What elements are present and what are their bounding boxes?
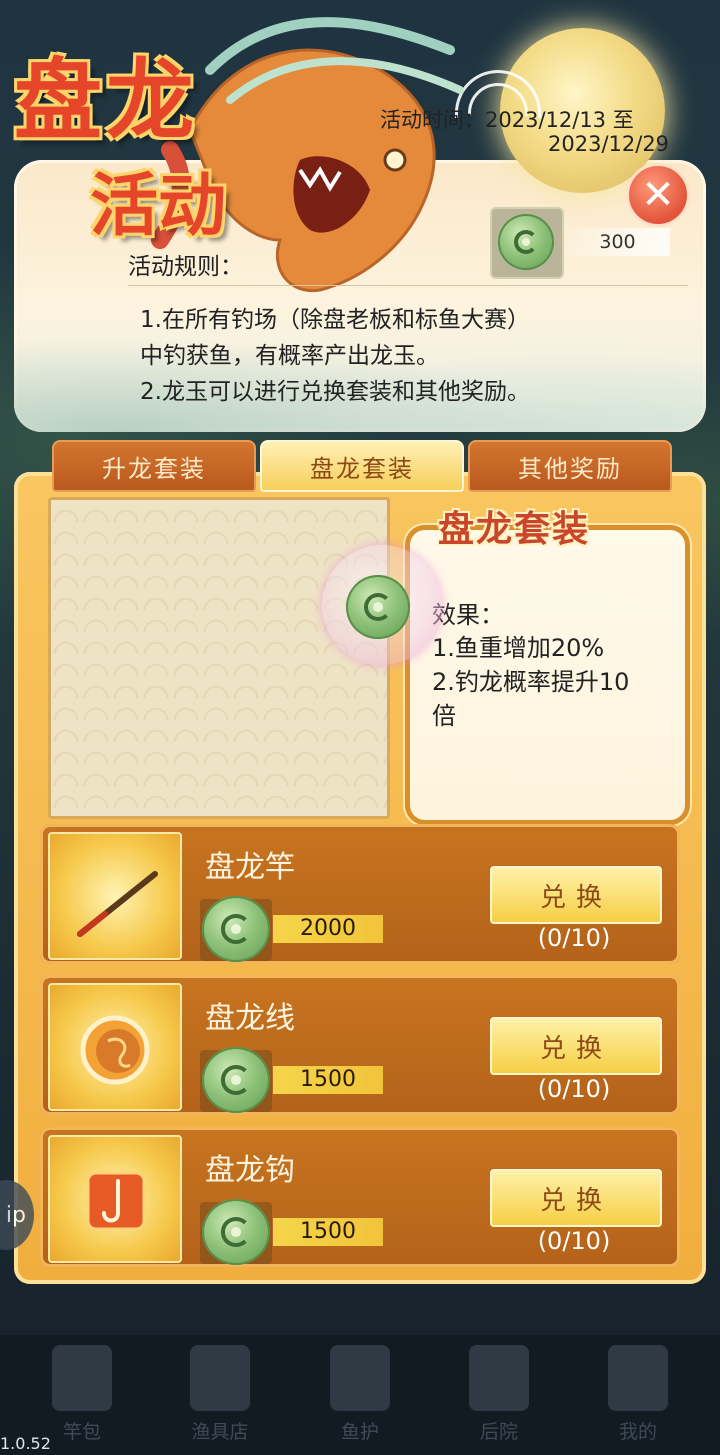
exchange-button[interactable]: 兑换: [490, 1169, 662, 1227]
tackle-shop-icon: [190, 1345, 250, 1411]
profile-icon: [608, 1345, 668, 1411]
activity-time-end: 2023/12/29: [548, 132, 670, 156]
nav-profile[interactable]: 我的: [588, 1345, 688, 1444]
item-cost: 1500: [273, 1066, 383, 1094]
item-name: 盘龙钩: [205, 1153, 295, 1188]
rules-title: 活动规则：: [128, 254, 243, 280]
jade-currency-box: [490, 207, 564, 279]
dragon-jade-icon: [346, 575, 410, 639]
exchange-button[interactable]: 兑换: [490, 1017, 662, 1075]
dragon-jade-icon: [202, 1199, 270, 1265]
rule-line-2: 中钓获鱼，有概率产出龙玉。: [140, 343, 439, 369]
rule-line-1: 1.在所有钓场（除盘老板和标鱼大赛）: [140, 307, 530, 333]
nav-backyard[interactable]: 后院: [449, 1345, 549, 1444]
title-line-1: 盘龙: [14, 49, 199, 152]
rule-line-3: 2.龙玉可以进行兑换套装和其他奖励。: [140, 379, 530, 405]
suit-effect-2-cont: 倍: [432, 702, 456, 730]
fishing-hook-icon: [48, 1135, 182, 1263]
tab-shenglong-suit[interactable]: 升龙套装: [52, 440, 256, 492]
nav-tackle-shop[interactable]: 渔具店: [170, 1345, 270, 1444]
suit-effect-2: 2.钓龙概率提升10: [432, 668, 630, 696]
close-icon: ✕: [641, 172, 675, 218]
exchange-button[interactable]: 兑换: [490, 866, 662, 924]
nav-fish-keep[interactable]: 鱼护: [310, 1345, 410, 1444]
jade-currency-amount: 300: [565, 228, 670, 256]
item-cost: 1500: [273, 1218, 383, 1246]
version-label: 1.0.52: [0, 1434, 51, 1453]
exchange-progress: (0/10): [537, 924, 611, 952]
activity-time-label: 活动时间：2023/12/13 至: [380, 108, 634, 132]
nav-label: 鱼护: [340, 1421, 379, 1443]
suit-title: 盘龙套装: [438, 509, 591, 550]
fishing-line-reel-icon: [48, 983, 182, 1111]
item-cost: 2000: [273, 915, 383, 943]
tab-panlong-suit[interactable]: 盘龙套装: [260, 440, 464, 492]
nav-label: 后院: [479, 1421, 518, 1443]
item-name: 盘龙线: [205, 1001, 295, 1036]
dragon-jade-icon: [498, 214, 554, 270]
nav-rod-bag[interactable]: 竿包: [32, 1345, 132, 1444]
dragon-jade-icon: [202, 896, 270, 962]
suit-preview-area: [48, 497, 390, 819]
rules-divider: [128, 285, 688, 286]
exchange-item-line: 盘龙线 1500 兑换 (0/10): [40, 975, 680, 1115]
suit-effect-title: 效果：: [432, 601, 504, 629]
close-button[interactable]: ✕: [626, 163, 690, 227]
exchange-item-rod: 盘龙竿 2000 兑换 (0/10): [40, 824, 680, 964]
exchange-item-hook: 盘龙钩 1500 兑换 (0/10): [40, 1127, 680, 1267]
nav-label: 我的: [618, 1421, 657, 1443]
exchange-progress: (0/10): [537, 1227, 611, 1255]
title-line-2: 活动: [90, 167, 227, 246]
fishing-rod-icon: [48, 832, 182, 960]
backyard-sprout-icon: [469, 1345, 529, 1411]
rod-bag-icon: [52, 1345, 112, 1411]
nav-label: 渔具店: [191, 1421, 249, 1443]
dragon-jade-icon: [202, 1047, 270, 1113]
suit-effect-1: 1.鱼重增加20%: [432, 634, 605, 662]
item-name: 盘龙竿: [205, 850, 295, 885]
tab-other-rewards[interactable]: 其他奖励: [468, 440, 672, 492]
exchange-progress: (0/10): [537, 1075, 611, 1103]
fish-keep-icon: [330, 1345, 390, 1411]
